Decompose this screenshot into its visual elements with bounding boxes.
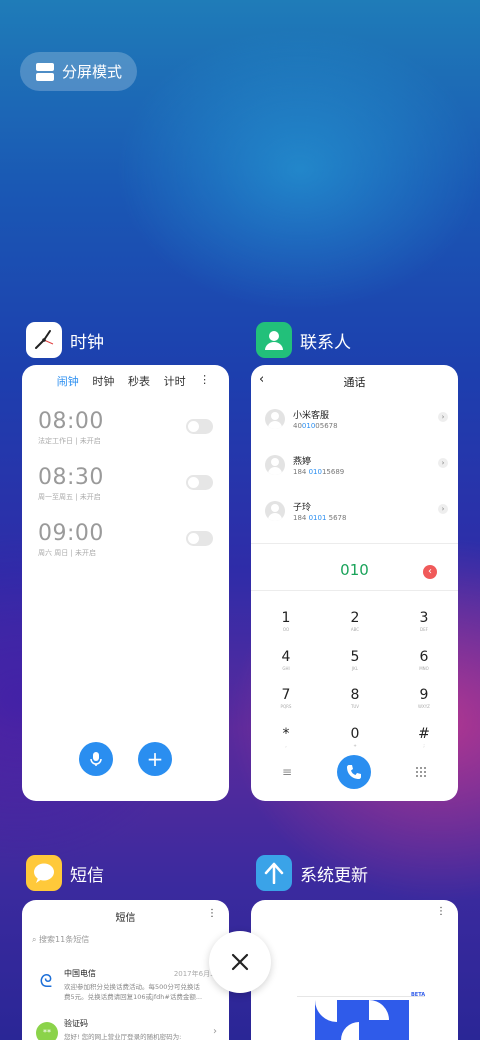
- tab-timer[interactable]: 计时: [164, 373, 186, 389]
- updater-app-header[interactable]: 系统更新: [256, 855, 368, 891]
- dial-key[interactable]: #;: [394, 726, 454, 748]
- avatar: [265, 455, 285, 475]
- china-telecom-logo-icon: ᘓ: [34, 970, 58, 994]
- mic-icon: [90, 752, 102, 766]
- contacts-app-icon: [256, 322, 292, 358]
- plus-icon: +: [146, 747, 164, 771]
- verification-code-icon: **: [36, 1022, 58, 1040]
- page-title: 通话: [343, 376, 366, 389]
- dialpad-grid-icon[interactable]: [416, 767, 426, 777]
- chevron-right-icon[interactable]: ›: [438, 504, 448, 514]
- search-icon: ⌕: [32, 935, 37, 944]
- clear-recents-button[interactable]: [209, 931, 271, 993]
- contact-number: 184 01015689: [293, 468, 345, 476]
- phone-icon: [347, 765, 361, 779]
- dial-key[interactable]: 3 DEF: [394, 610, 454, 632]
- contact-number: 4001005678: [293, 422, 338, 430]
- contacts-app-header[interactable]: 联系人: [256, 322, 351, 358]
- divider: [251, 590, 458, 591]
- alarm-item[interactable]: 08:30 周一至周五 | 未开启: [38, 465, 213, 502]
- beta-badge: BETA: [411, 992, 426, 998]
- contact-name: 小米客服: [293, 411, 330, 421]
- avatar: [265, 409, 285, 429]
- backspace-icon[interactable]: ‹: [423, 565, 437, 579]
- alarm-desc: 周六 周日 | 未开启: [38, 549, 97, 557]
- alarm-item[interactable]: 09:00 周六 周日 | 未开启: [38, 521, 213, 558]
- chevron-right-icon[interactable]: ›: [438, 458, 448, 468]
- updater-app-icon: [256, 855, 292, 891]
- tab-stopwatch[interactable]: 秒表: [128, 373, 150, 389]
- clock-app-name: 时钟: [70, 332, 104, 353]
- call-button[interactable]: [337, 755, 371, 789]
- dial-key[interactable]: 4 GHI: [256, 649, 316, 671]
- clock-app-icon: [26, 322, 62, 358]
- sender-name: 验证码: [64, 1019, 88, 1028]
- more-options-icon[interactable]: ⋮: [436, 906, 446, 917]
- avatar: [265, 501, 285, 521]
- search-input[interactable]: ⌕ 搜索11条短信: [32, 934, 89, 945]
- messages-app-card[interactable]: 短信 ⋮ ⌕ 搜索11条短信 ᘓ 中国电信 2017年6月30 欢迎参加积分兑换…: [22, 900, 229, 1040]
- alarm-desc: 法定工作日 | 未开启: [38, 437, 101, 445]
- voice-alarm-button[interactable]: [79, 742, 113, 776]
- contact-number: 184 0101 5678: [293, 514, 347, 522]
- dial-key[interactable]: 9 WXYZ: [394, 687, 454, 709]
- tab-alarm[interactable]: 闹钟: [57, 373, 79, 389]
- update-logo-graphic: [297, 996, 425, 1040]
- messages-app-header[interactable]: 短信: [26, 855, 104, 891]
- message-preview: 欢迎参加积分兑换话费活动。每500分可兑换话: [64, 983, 200, 991]
- dial-key[interactable]: 1 OO: [256, 610, 316, 632]
- menu-icon[interactable]: ≡: [282, 765, 292, 779]
- dial-key[interactable]: 8 TUV: [325, 687, 385, 709]
- alarm-toggle[interactable]: [186, 531, 213, 546]
- dial-key[interactable]: 2 ABC: [325, 610, 385, 632]
- chevron-right-icon[interactable]: ›: [213, 1026, 217, 1037]
- tab-clock[interactable]: 时钟: [92, 373, 114, 389]
- chevron-right-icon[interactable]: ›: [438, 412, 448, 422]
- alarm-desc: 周一至周五 | 未开启: [38, 493, 101, 501]
- message-preview: 您好! 您的网上营业厅登录的随机密码为:: [64, 1033, 182, 1040]
- alarm-toggle[interactable]: [186, 419, 213, 434]
- contact-item[interactable]: 子玲 184 0101 5678 ›: [265, 492, 450, 532]
- contacts-app-card[interactable]: ‹ 通话 小米客服 4001005678 › 燕婷 184 01015689 ›…: [251, 365, 458, 801]
- message-preview: 费5元。兑换话费请回复106或jfdh#话费金额...: [64, 993, 203, 1001]
- split-screen-icon: [36, 62, 54, 81]
- contact-item[interactable]: 小米客服 4001005678 ›: [265, 400, 450, 440]
- contact-name: 子玲: [293, 503, 312, 513]
- search-placeholder: 搜索11条短信: [39, 935, 90, 944]
- split-screen-label: 分屏模式: [62, 63, 123, 81]
- contact-name: 燕婷: [293, 457, 312, 467]
- messages-app-icon: [26, 855, 62, 891]
- more-options-icon[interactable]: ⋮: [199, 373, 210, 389]
- dial-key[interactable]: *,: [256, 726, 316, 748]
- contact-item[interactable]: 燕婷 184 01015689 ›: [265, 446, 450, 486]
- divider: [251, 543, 458, 544]
- clock-app-card[interactable]: 闹钟 时钟 秒表 计时 ⋮ 08:00 法定工作日 | 未开启 08:30 周一…: [22, 365, 229, 801]
- updater-app-card[interactable]: ⋮ BETA: [251, 900, 458, 1040]
- updater-app-name: 系统更新: [300, 865, 368, 886]
- messages-app-name: 短信: [70, 865, 104, 886]
- page-title: 短信: [115, 913, 136, 924]
- alarm-toggle[interactable]: [186, 475, 213, 490]
- alarm-item[interactable]: 08:00 法定工作日 | 未开启: [38, 409, 213, 446]
- sender-name: 中国电信: [64, 969, 96, 978]
- dial-key[interactable]: 5 JKL: [325, 649, 385, 671]
- split-screen-button[interactable]: 分屏模式: [20, 52, 137, 91]
- dial-key[interactable]: 7 PQRS: [256, 687, 316, 709]
- clock-app-header[interactable]: 时钟: [26, 322, 104, 358]
- contacts-app-name: 联系人: [300, 332, 351, 353]
- more-options-icon[interactable]: ⋮: [207, 908, 217, 919]
- close-icon: [231, 953, 249, 971]
- clock-tab-bar: 闹钟 时钟 秒表 计时 ⋮: [22, 365, 229, 389]
- add-alarm-button[interactable]: +: [138, 742, 172, 776]
- dial-key[interactable]: 0 +: [325, 726, 385, 748]
- dial-key[interactable]: 6 MNO: [394, 649, 454, 671]
